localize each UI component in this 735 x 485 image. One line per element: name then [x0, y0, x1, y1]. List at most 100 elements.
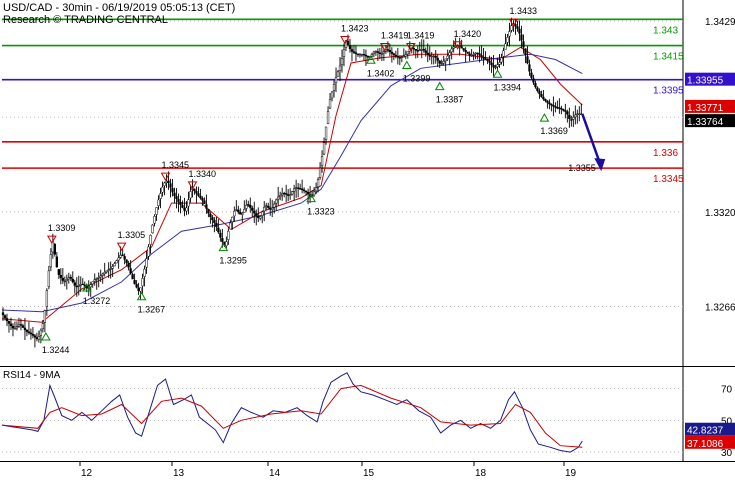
- time-tick-label: 18: [475, 468, 487, 479]
- candle-body: [161, 186, 164, 193]
- candle-body: [225, 241, 228, 247]
- candle-body: [424, 50, 427, 53]
- candle-body: [388, 50, 392, 52]
- candle-body: [318, 167, 322, 178]
- candle-body: [520, 34, 523, 41]
- swing-low-label: 1.3394: [494, 82, 522, 92]
- candle-body: [71, 278, 74, 283]
- candle-body: [131, 274, 134, 280]
- candle-body: [356, 53, 360, 55]
- swing-low-label: 1.3272: [83, 296, 111, 306]
- candle-body: [578, 113, 581, 115]
- candle-body: [133, 279, 136, 284]
- candle-body: [209, 213, 212, 218]
- candle-body: [560, 108, 563, 110]
- candle-body: [217, 227, 220, 233]
- candle-body: [267, 205, 270, 208]
- candle-body: [544, 99, 547, 101]
- candle-body: [21, 325, 25, 328]
- candle-body: [75, 285, 78, 288]
- swing-high-label: 1.3340: [188, 169, 216, 179]
- candle-body: [552, 105, 555, 107]
- candle-body: [95, 278, 98, 280]
- candle-body: [245, 204, 248, 209]
- candle-body: [49, 254, 53, 268]
- time-tick-label: 19: [565, 468, 577, 479]
- candle-body: [117, 257, 120, 261]
- rsi-title: RSI14 - 9MA: [3, 370, 61, 381]
- candle-body: [111, 266, 114, 269]
- candle-body: [15, 326, 19, 329]
- candle-body: [530, 72, 533, 78]
- rsi-badge-label: 42.8237: [687, 426, 724, 437]
- candle-body: [3, 315, 7, 319]
- candle-body: [125, 259, 128, 263]
- candle-body: [165, 180, 168, 183]
- candle-body: [63, 280, 66, 283]
- candle-body: [61, 277, 64, 281]
- candle-body: [430, 55, 433, 58]
- candle-body: [428, 55, 431, 57]
- candle-body: [73, 282, 76, 286]
- candle-body: [556, 106, 559, 109]
- swing-high-label: 1.3433: [509, 6, 537, 16]
- level-label: 1.343: [653, 25, 678, 36]
- candle-body: [201, 198, 204, 201]
- candle-body: [99, 275, 102, 278]
- candle-body: [332, 84, 336, 91]
- candle-body: [177, 199, 180, 202]
- candle-body: [237, 209, 240, 213]
- candle-body: [19, 324, 23, 326]
- candle-body: [221, 238, 224, 242]
- candle-body: [554, 106, 557, 108]
- candle-body: [55, 256, 58, 268]
- candle-body: [289, 194, 292, 197]
- price-tick-label: 1.3320: [705, 208, 735, 219]
- candle-body: [113, 263, 116, 267]
- candle-body: [145, 258, 148, 268]
- candle-body: [486, 59, 489, 61]
- candle-body: [189, 191, 192, 199]
- candle-body: [514, 24, 517, 27]
- candle-body: [358, 54, 362, 56]
- candle-body: [466, 51, 469, 54]
- candle-body: [540, 94, 543, 97]
- candle-body: [181, 204, 184, 208]
- candle-body: [496, 64, 499, 67]
- candle-body: [536, 87, 539, 92]
- candle-body: [219, 232, 222, 238]
- candle-body: [91, 281, 94, 285]
- candle-body: [494, 66, 497, 69]
- candle-body: [298, 188, 302, 190]
- swing-high-label: 1.3309: [48, 223, 76, 233]
- candle-body: [39, 329, 43, 336]
- candle-body: [155, 207, 158, 215]
- candle-body: [304, 190, 308, 193]
- candle-body: [179, 202, 182, 205]
- candle-body: [9, 323, 13, 326]
- candle-body: [167, 180, 170, 183]
- candle-body: [468, 53, 471, 56]
- level-label: 1.3345: [653, 174, 684, 185]
- candle-body: [342, 49, 346, 57]
- candle-body: [159, 193, 162, 199]
- candle-body: [257, 215, 260, 218]
- candle-body: [29, 332, 33, 335]
- candle-body: [271, 207, 274, 210]
- candle-body: [452, 46, 455, 49]
- candle-body: [239, 212, 242, 215]
- forecast-target-label: 1.3355: [568, 163, 596, 173]
- candle-body: [432, 55, 435, 58]
- candle-body: [420, 49, 423, 51]
- candle-body: [462, 48, 465, 51]
- candle-body: [275, 199, 278, 204]
- candle-body: [205, 204, 208, 209]
- candle-body: [526, 56, 529, 64]
- swing-high-label: 1.3419: [407, 31, 435, 41]
- candle-body: [265, 205, 268, 207]
- candle-body: [306, 192, 310, 195]
- candle-body: [59, 274, 62, 278]
- candle-body: [183, 207, 186, 211]
- candle-body: [506, 37, 509, 43]
- candle-body: [314, 187, 318, 192]
